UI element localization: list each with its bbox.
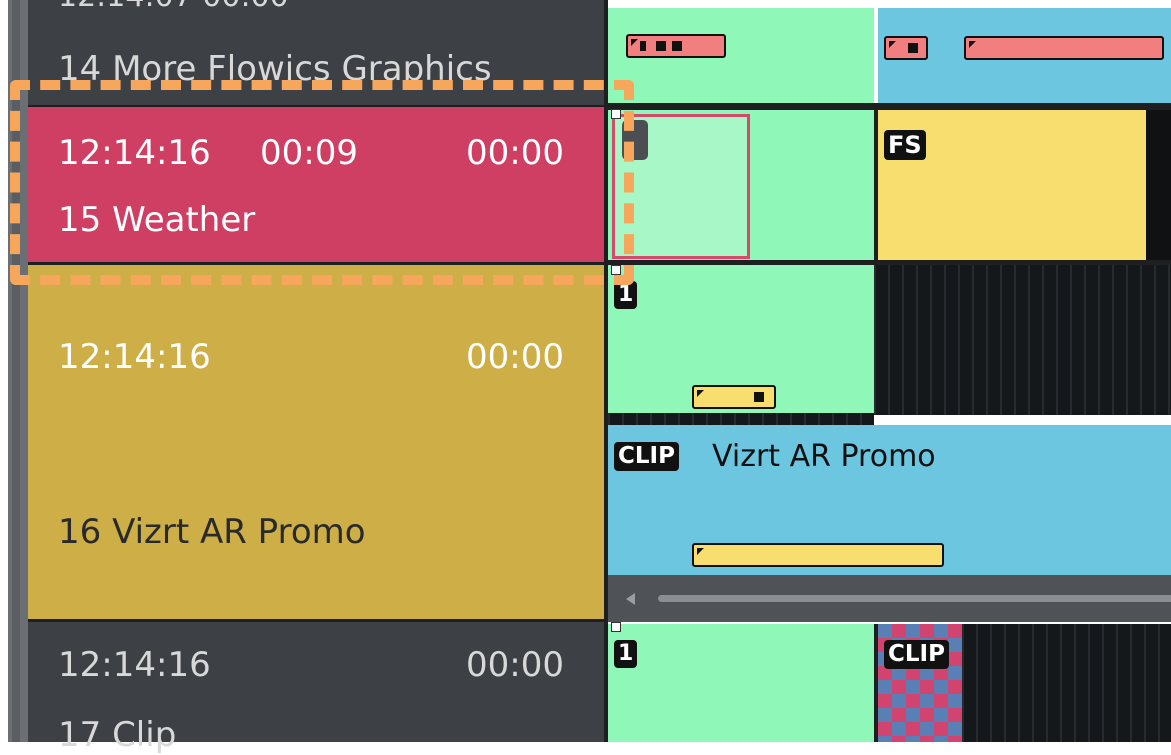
rundown-row-17[interactable]: 12:14:16 00:00 17 Clip [28,622,606,752]
drag-selection-outline [10,80,634,285]
clip-tag: CLIP [614,442,679,471]
clip-tag-2: CLIP [884,640,949,669]
row-16-remaining: 00:00 [466,337,564,377]
track-gap [608,413,874,425]
row-14-cut-text: 12:14:07 00:00 [58,0,289,12]
row-17-remaining: 00:00 [466,645,564,685]
row-16-start-time: 12:14:16 [58,337,211,377]
timeline-block-weather[interactable] [608,110,874,262]
timeline-block-fs[interactable]: FS [878,110,1146,260]
row-17-start-time: 12:14:16 [58,645,211,685]
empty-track [1146,110,1171,262]
layer-tag-1b: 1 [614,640,638,668]
graphic-element-long[interactable] [964,36,1164,60]
clip-graphic-element[interactable] [692,543,944,567]
timeline-block-green-2[interactable]: 1 [608,265,874,413]
row-16-title: 16 Vizrt AR Promo [58,512,366,552]
clip-block-vizrt-ar-promo[interactable]: CLIP Vizrt AR Promo [608,425,1171,575]
graphic-element[interactable] [692,385,776,409]
empty-track-lines-2 [962,624,1171,742]
layer-tag-1: 1 [614,281,638,309]
fs-tag: FS [884,130,926,160]
empty-track-lines [874,265,1171,415]
track-divider [608,103,1171,110]
left-edge [0,0,8,742]
scroll-left-icon[interactable] [626,593,635,605]
scrollbar-thumb[interactable] [658,595,1171,602]
clip-title: Vizrt AR Promo [712,439,936,474]
graphic-element[interactable] [884,36,928,60]
horizontal-scrollbar[interactable] [608,575,1171,622]
timeline-block-green-3[interactable]: 1 [608,624,874,742]
top-gap [608,0,874,8]
graphic-element[interactable] [626,34,726,58]
row-17-title: 17 Clip [58,715,177,755]
clip-checker-thumbnail[interactable]: CLIP [878,624,962,742]
selection-handle[interactable] [611,622,621,632]
timeline-block-green[interactable] [608,8,874,103]
rundown-row-16[interactable]: 12:14:16 00:00 16 Vizrt AR Promo [28,265,606,620]
timeline-block-blue[interactable] [878,8,1171,103]
